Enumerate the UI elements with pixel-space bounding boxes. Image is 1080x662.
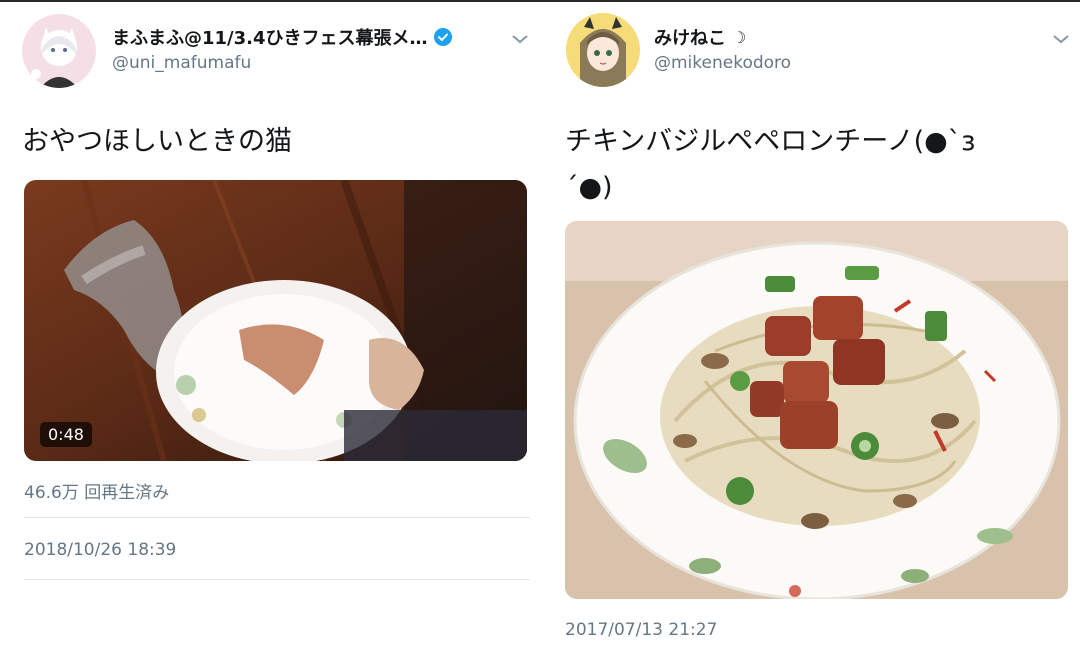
video-thumbnail <box>24 180 527 461</box>
verified-badge-icon <box>433 28 452 46</box>
timestamp[interactable]: 2017/07/13 21:27 <box>565 620 717 640</box>
name-row: まふまふ@11/3.4ひきフェス幕張メ… <box>112 24 452 50</box>
video-duration: 0:48 <box>40 422 92 447</box>
tweet-text: おやつほしいときの猫 <box>22 126 292 157</box>
display-name[interactable]: みけねこ <box>654 24 726 50</box>
tweet-text-line-2: ´●) <box>565 172 613 203</box>
photo-image <box>565 221 1068 599</box>
divider <box>24 579 530 580</box>
photo[interactable] <box>565 221 1068 599</box>
tweet-right[interactable]: みけねこ ☽ @mikenekodoro チキンバジルペペロンチーノ(●`з ´… <box>545 0 1080 662</box>
video-player[interactable]: 0:48 <box>24 180 527 461</box>
tweet-text-line-1: チキンバジルペペロンチーノ(●`з <box>565 126 976 157</box>
name-row: みけねこ ☽ <box>654 24 746 50</box>
avatar-mikeneko[interactable] <box>566 13 640 87</box>
divider <box>24 517 530 518</box>
display-name[interactable]: まふまふ@11/3.4ひきフェス幕張メ… <box>112 24 428 50</box>
chevron-down-icon[interactable] <box>1051 32 1071 46</box>
avatar-mafumafu[interactable] <box>22 14 96 88</box>
handle[interactable]: @mikenekodoro <box>654 53 791 73</box>
view-count: 46.6万 回再生済み <box>24 483 170 503</box>
chevron-down-icon[interactable] <box>510 32 530 46</box>
tweet-left[interactable]: まふまふ@11/3.4ひきフェス幕張メ… @uni_mafumafu おやつほし… <box>0 0 545 662</box>
handle[interactable]: @uni_mafumafu <box>112 53 251 73</box>
timestamp[interactable]: 2018/10/26 18:39 <box>24 540 176 560</box>
crescent-moon-icon: ☽ <box>732 27 747 47</box>
